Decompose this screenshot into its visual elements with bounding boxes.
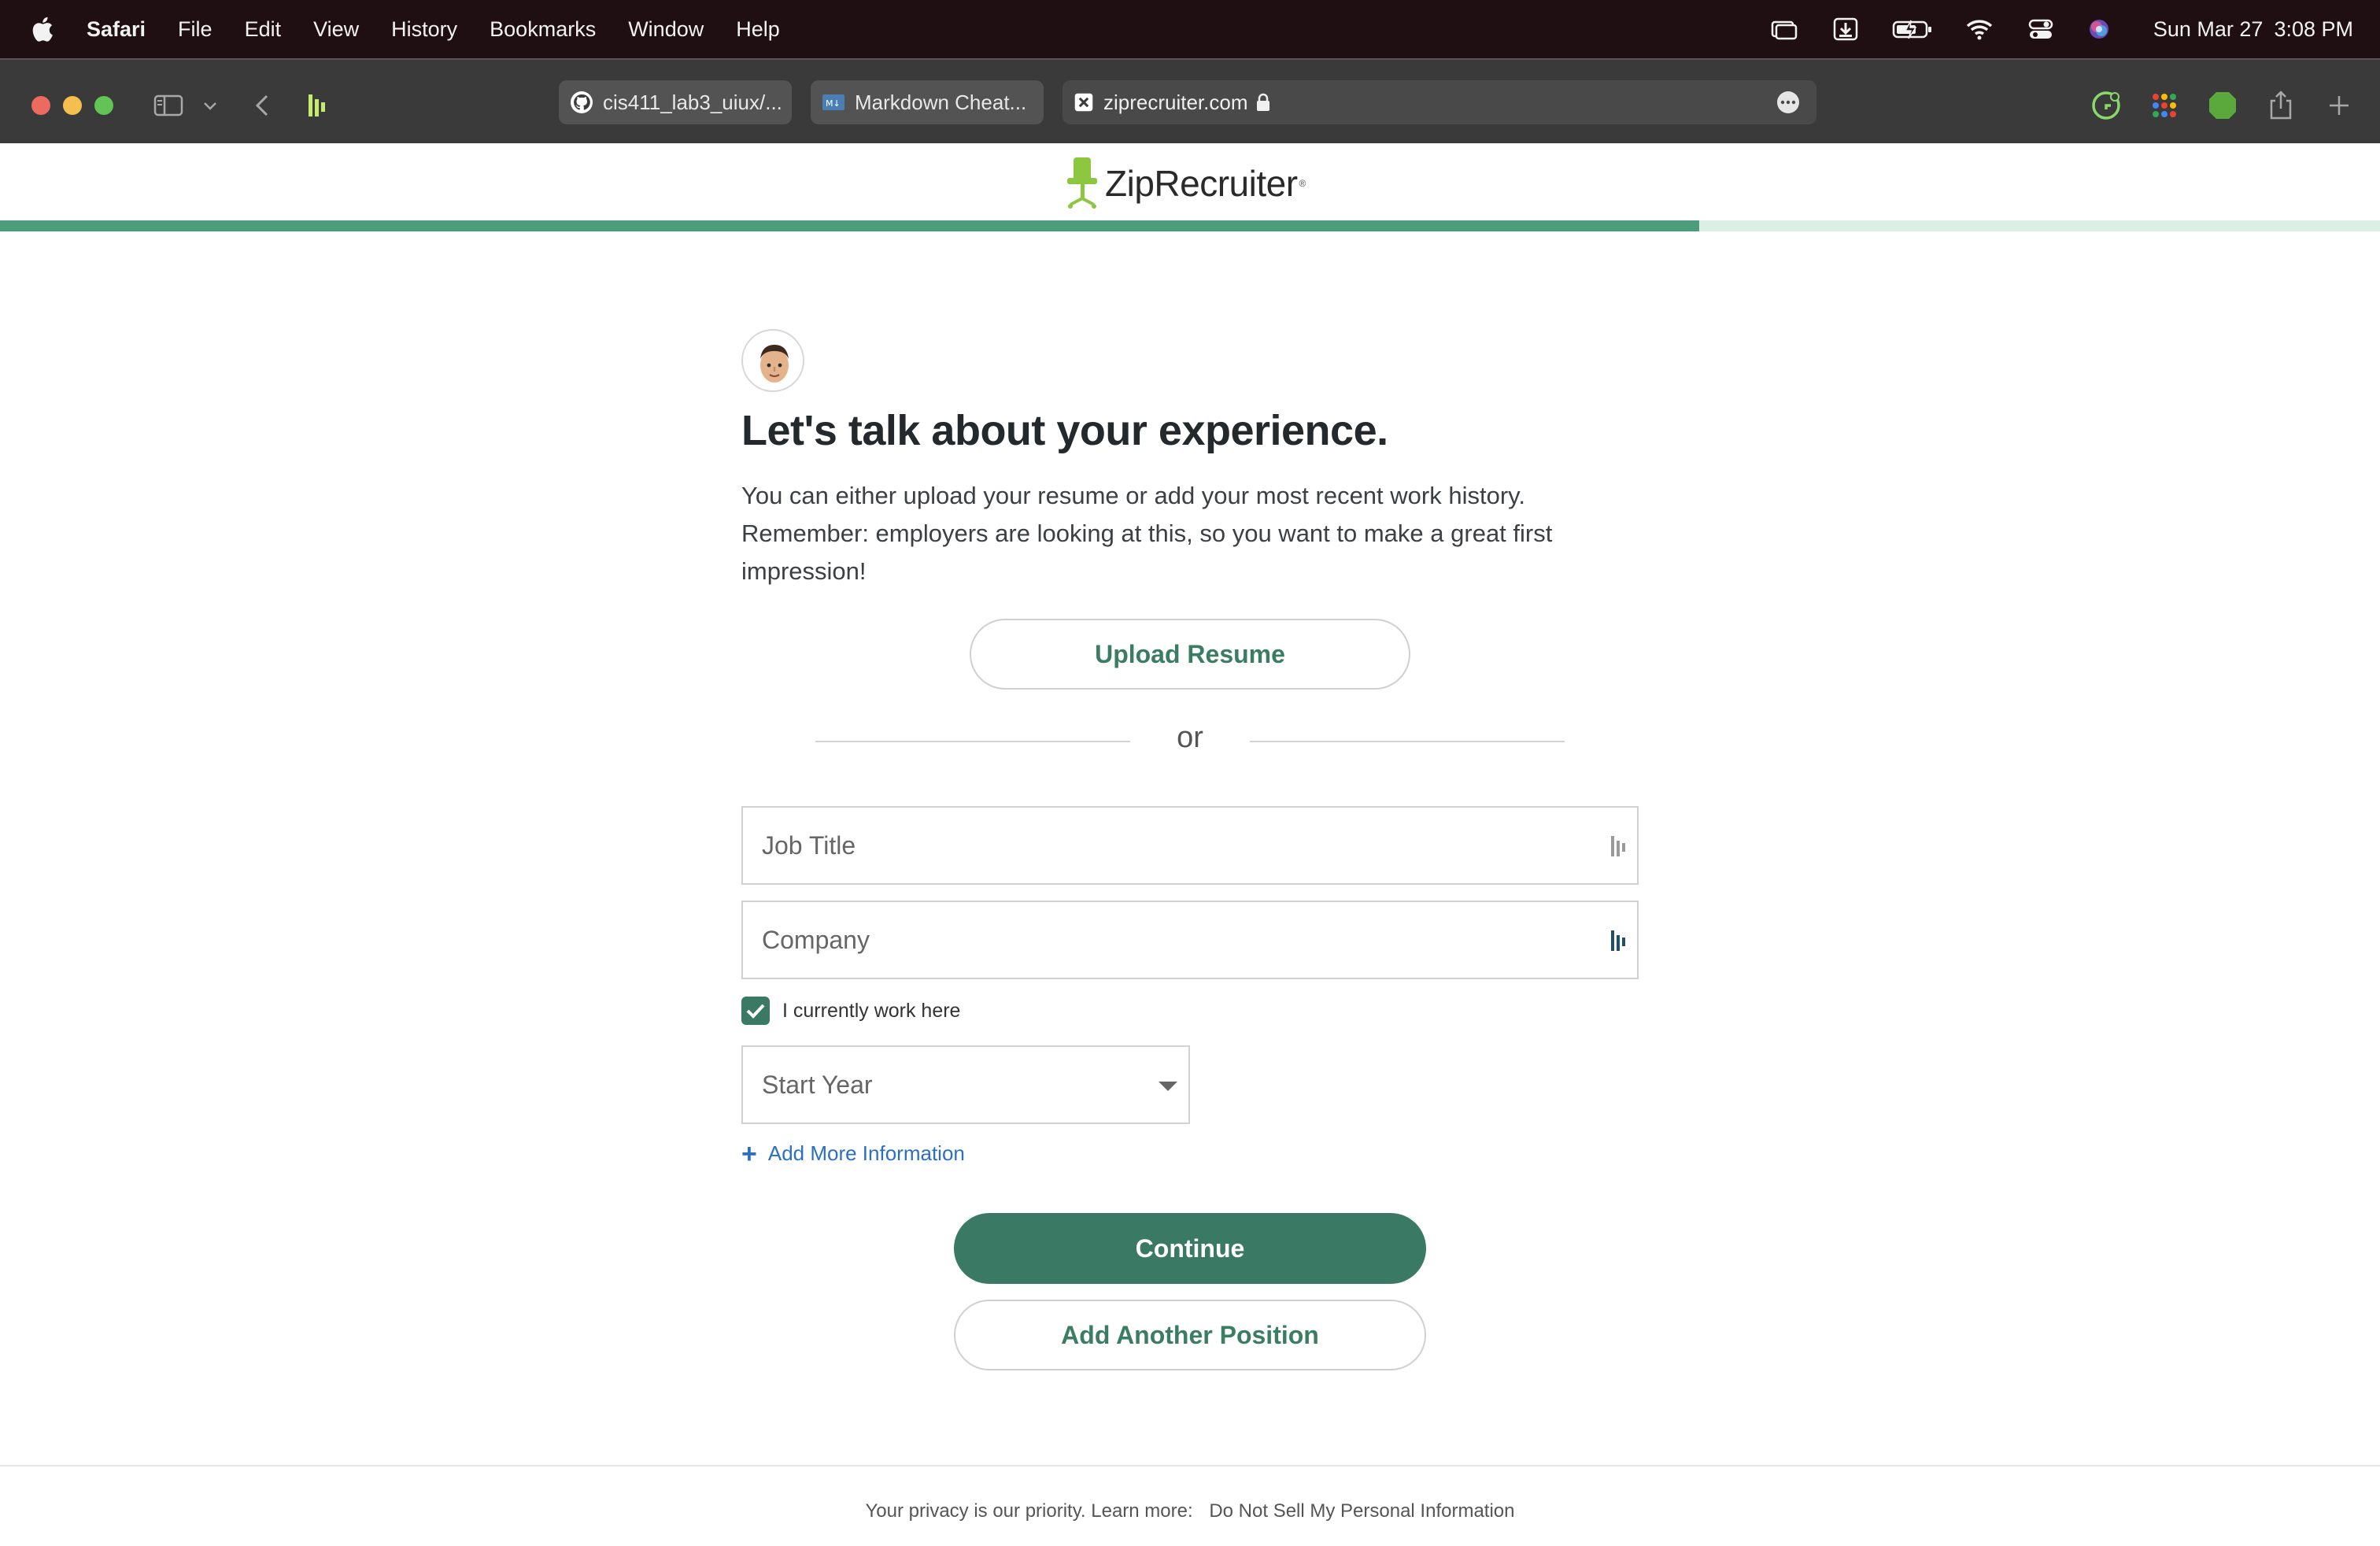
menu-bar: Safari File Edit View History Bookmarks … — [0, 0, 2380, 58]
add-more-information-link[interactable]: + Add More Information — [741, 1138, 965, 1169]
company-input[interactable]: Company — [741, 901, 1639, 979]
menu-app-name[interactable]: Safari — [87, 17, 146, 42]
experience-form-intro: Let's talk about your experience. You ca… — [741, 329, 1639, 590]
dashlane-autofill-icon[interactable] — [1609, 929, 1629, 952]
github-icon — [571, 91, 593, 113]
current-job-checkbox[interactable] — [741, 997, 770, 1025]
progress-fill — [0, 220, 1700, 231]
more-options-icon[interactable] — [1776, 90, 1801, 115]
current-job-label: I currently work here — [782, 999, 961, 1022]
or-separator: or — [1177, 721, 1203, 754]
address-text: ziprecruiter.com — [1103, 90, 1248, 114]
apps-grid-icon[interactable] — [2149, 90, 2180, 121]
grammarly-extension-icon[interactable] — [2090, 90, 2122, 121]
sidebar-icon[interactable] — [153, 90, 184, 121]
markdown-icon: M↓ — [822, 94, 844, 110]
screen-mirroring-icon[interactable] — [1769, 17, 1799, 41]
upload-resume-button[interactable]: Upload Resume — [970, 619, 1410, 690]
browser-toolbar: cis411_lab3_uiux/... M↓ Markdown Cheat..… — [0, 58, 2380, 143]
do-not-sell-link[interactable]: Do Not Sell My Personal Information — [1209, 1500, 1514, 1522]
logo-text: ZipRecruiter — [1105, 163, 1298, 204]
page-title: Let's talk about your experience. — [741, 407, 1388, 454]
ziprecruiter-favicon-icon — [1074, 93, 1093, 112]
site-header: ZipRecruiter ® — [0, 143, 2380, 231]
minimize-window-button[interactable] — [63, 96, 82, 115]
zoom-window-button[interactable] — [94, 96, 113, 115]
menu-file[interactable]: File — [178, 17, 213, 42]
avatar-illustration-icon — [760, 345, 789, 383]
company-placeholder: Company — [762, 925, 870, 954]
progress-bar — [0, 220, 2380, 231]
privacy-text: Your privacy is our priority. Learn more… — [865, 1500, 1193, 1522]
start-year-placeholder: Start Year — [762, 1070, 873, 1099]
page-description: You can either upload your resume or add… — [741, 482, 1553, 585]
siri-icon[interactable] — [2087, 17, 2111, 41]
menu-help[interactable]: Help — [736, 17, 780, 42]
checkmark-icon — [746, 1004, 765, 1019]
add-more-label: Add More Information — [767, 1141, 965, 1165]
svg-text:M↓: M↓ — [826, 98, 841, 109]
chair-logo-icon — [1067, 157, 1097, 209]
add-another-position-button[interactable]: Add Another Position — [954, 1300, 1426, 1370]
menubar-date: Sun Mar 27 — [2153, 17, 2264, 41]
apple-menu-icon[interactable] — [28, 15, 55, 43]
menubar-clock[interactable]: Sun Mar 27 3:08 PM — [2142, 17, 2353, 42]
address-bar[interactable]: ziprecruiter.com — [1062, 80, 1816, 124]
back-icon[interactable] — [247, 90, 279, 121]
ziprecruiter-logo[interactable]: ZipRecruiter ® — [1064, 154, 1306, 213]
menu-bookmarks[interactable]: Bookmarks — [490, 17, 596, 42]
job-title-placeholder: Job Title — [762, 830, 856, 860]
chevron-down-icon[interactable] — [200, 90, 220, 121]
start-year-select[interactable]: Start Year — [741, 1045, 1190, 1124]
footer: Your privacy is our priority. Learn more… — [0, 1500, 2380, 1522]
current-job-checkbox-row[interactable]: I currently work here — [741, 997, 960, 1025]
registered-mark-icon: ® — [1299, 178, 1306, 189]
wifi-icon[interactable] — [1964, 17, 1994, 41]
tab-markdown[interactable]: M↓ Markdown Cheat... — [811, 80, 1044, 124]
job-title-input[interactable]: Job Title — [741, 806, 1639, 885]
menu-edit[interactable]: Edit — [245, 17, 282, 42]
battery-icon[interactable] — [1892, 17, 1933, 41]
footer-divider — [0, 1465, 2380, 1466]
dashlane-extension-icon[interactable] — [302, 90, 334, 121]
divider-left — [815, 741, 1130, 742]
close-window-button[interactable] — [31, 96, 50, 115]
continue-button[interactable]: Continue — [954, 1213, 1426, 1284]
dropdown-caret-icon — [1159, 1082, 1177, 1091]
control-center-icon[interactable] — [2026, 17, 2056, 41]
share-icon[interactable] — [2265, 90, 2297, 121]
tab-github[interactable]: cis411_lab3_uiux/... — [559, 80, 792, 124]
avatar — [741, 329, 804, 392]
dashlane-autofill-icon[interactable] — [1609, 834, 1629, 858]
download-icon[interactable] — [1831, 17, 1861, 41]
plus-icon: + — [741, 1138, 757, 1169]
adblock-plus-icon[interactable] — [2207, 90, 2238, 121]
divider-right — [1250, 741, 1565, 742]
menu-view[interactable]: View — [313, 17, 359, 42]
tab-label: cis411_lab3_uiux/... — [603, 90, 782, 114]
lock-icon — [1256, 93, 1269, 111]
tab-label: Markdown Cheat... — [855, 90, 1027, 114]
menubar-time: 3:08 PM — [2274, 17, 2353, 41]
menu-history[interactable]: History — [391, 17, 457, 42]
menu-window[interactable]: Window — [628, 17, 704, 42]
new-tab-icon[interactable] — [2323, 90, 2355, 121]
